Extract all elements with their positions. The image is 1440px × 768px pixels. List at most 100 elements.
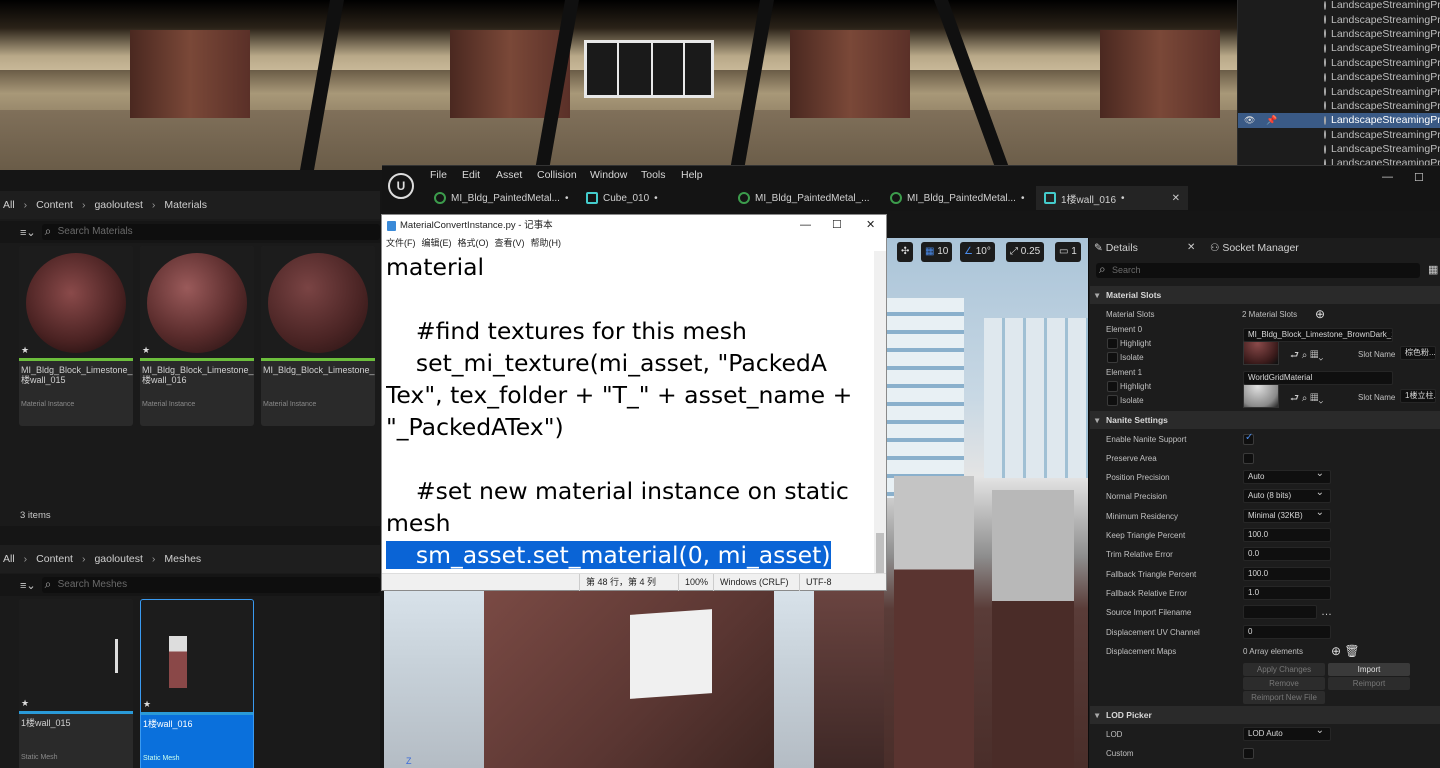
star-icon[interactable]: ★ [143, 699, 151, 710]
highlight-checkbox[interactable] [1107, 338, 1118, 349]
filter-icon[interactable]: ≡⌄ [20, 226, 36, 239]
menu-format[interactable]: 格式(O) [458, 236, 489, 251]
reimport-button[interactable]: Reimport [1328, 677, 1410, 690]
section-lod-picker[interactable]: LOD Picker [1090, 706, 1440, 724]
crumb-content[interactable]: Content [36, 199, 73, 211]
menu-window[interactable]: Window [590, 169, 627, 181]
eye-icon[interactable]: 👁 [1244, 115, 1255, 126]
close-icon[interactable]: ✕ [866, 215, 875, 236]
menu-asset[interactable]: Asset [496, 169, 522, 181]
material-picker[interactable]: MI_Bldg_Block_Limestone_BrownDark_1楼 [1243, 328, 1393, 342]
outliner-row[interactable]: LandscapeStreamingProxy_ [1238, 128, 1440, 142]
reimport-new-file-button[interactable]: Reimport New File [1243, 691, 1325, 704]
outliner-row[interactable]: LandscapeStreamingProxy_ [1238, 99, 1440, 113]
star-icon[interactable]: ★ [21, 345, 29, 356]
mesh-viewport[interactable] [884, 238, 1088, 768]
highlight-checkbox[interactable] [1107, 381, 1118, 392]
tab-cube[interactable]: Cube_010 • [578, 186, 666, 210]
isolate-checkbox[interactable] [1107, 395, 1118, 406]
nanite-checkbox[interactable] [1243, 432, 1254, 445]
mesh-viewport-lower[interactable]: Z [384, 590, 884, 768]
pin-icon[interactable]: 📌 [1266, 115, 1277, 126]
star-icon[interactable]: ★ [142, 345, 150, 356]
search-input[interactable]: Search Materials [41, 223, 380, 240]
outliner-row[interactable]: LandscapeStreamingProxy_ [1238, 12, 1440, 26]
nanite-field[interactable]: 0 [1243, 625, 1331, 639]
menu-help[interactable]: Help [681, 169, 703, 181]
lod-dropdown[interactable]: LOD Auto [1243, 725, 1331, 741]
outliner-row[interactable]: 👁 📌 LandscapeStreamingProxy_ [1238, 113, 1440, 128]
apply-changes-button[interactable]: Apply Changes [1243, 663, 1325, 676]
menu-file[interactable]: File [430, 169, 447, 181]
crumb-all[interactable]: All [3, 199, 15, 211]
crumb-all[interactable]: All [3, 553, 15, 565]
custom-checkbox[interactable] [1243, 748, 1254, 759]
tab-painted-metal-2[interactable]: MI_Bldg_PaintedMetal_... [730, 186, 883, 210]
section-material-slots[interactable]: Material Slots [1090, 286, 1440, 304]
outliner-row[interactable]: LandscapeStreamingProxy_ [1238, 27, 1440, 41]
slot-name-field[interactable]: 棕色粉... [1400, 346, 1436, 360]
grid-snap-button[interactable]: ▦ 10 [921, 242, 953, 262]
close-icon[interactable]: ✕ [1187, 242, 1195, 253]
asset-tile[interactable]: ★ 1楼wall_015 Static Mesh [19, 599, 133, 768]
crumb-materials[interactable]: Materials [164, 199, 207, 211]
snap-surface-icon[interactable]: ✣ [897, 242, 914, 262]
angle-snap-button[interactable]: ∠ 10° [960, 242, 995, 262]
minimize-icon[interactable]: — [800, 215, 811, 236]
menu-view[interactable]: 查看(V) [495, 236, 525, 251]
asset-tile[interactable]: MI_Bldg_Block_Limestone_BrownDark_Inst M… [261, 246, 375, 426]
isolate-checkbox[interactable] [1107, 352, 1118, 363]
crumb-content[interactable]: Content [36, 553, 73, 565]
nanite-dropdown[interactable]: Minimal (32KB) [1243, 507, 1331, 523]
use-selected-icon[interactable]: ⮐ ⌕ ▦⌄ [1290, 391, 1323, 408]
minimize-icon[interactable]: — [1382, 171, 1393, 183]
notepad-window[interactable]: MaterialConvertInstance.py - 记事本 — ☐ ✕ 文… [381, 214, 887, 591]
tab-socket-manager[interactable]: ⚇ Socket Manager [1210, 242, 1299, 254]
details-search-input[interactable]: Search [1096, 262, 1420, 278]
nanite-field[interactable]: 100.0 [1243, 528, 1331, 542]
material-picker[interactable]: WorldGridMaterial [1243, 371, 1393, 385]
menu-collision[interactable]: Collision [537, 169, 577, 181]
add-icon[interactable]: ⊕ [1315, 307, 1325, 321]
nanite-field[interactable]: 0.0 [1243, 547, 1331, 561]
tab-details[interactable]: ✎ Details [1094, 242, 1138, 254]
text-editor[interactable]: material #find textures for this mesh se… [386, 251, 872, 585]
section-nanite[interactable]: Nanite Settings [1090, 411, 1440, 429]
outliner-row[interactable]: LandscapeStreamingProxy_ [1238, 0, 1440, 12]
slot-name-field[interactable]: 1楼立柱... [1400, 389, 1436, 403]
maximize-icon[interactable]: ☐ [1414, 171, 1424, 184]
close-icon[interactable]: ✕ [1172, 193, 1180, 204]
remove-button[interactable]: Remove [1243, 677, 1325, 690]
nanite-field[interactable] [1243, 605, 1317, 619]
menu-edit[interactable]: 编辑(E) [422, 236, 452, 251]
selected-text[interactable]: sm_asset.set_material(0, mi_asset) [386, 541, 831, 569]
nanite-checkbox[interactable] [1243, 453, 1254, 464]
grid-view-icon[interactable]: ▦ [1428, 263, 1438, 276]
outliner-row[interactable]: LandscapeStreamingProxy_ [1238, 41, 1440, 55]
array-count[interactable]: 0 Array elements [1243, 647, 1303, 656]
tab-painted-metal-1[interactable]: MI_Bldg_PaintedMetal... • [426, 186, 576, 210]
search-input[interactable]: Search Meshes [41, 576, 380, 593]
scale-snap-button[interactable]: ⤢ 0.25 [1006, 242, 1045, 262]
menu-edit[interactable]: Edit [462, 169, 480, 181]
maximize-icon[interactable]: ☐ [832, 215, 842, 236]
browse-icon[interactable]: … [1321, 606, 1332, 618]
camera-speed-button[interactable]: ▭ 1 [1055, 242, 1081, 262]
nanite-dropdown[interactable]: Auto (8 bits) [1243, 487, 1331, 503]
nanite-field[interactable]: 1.0 [1243, 586, 1331, 600]
outliner-row[interactable]: LandscapeStreamingProxy_ [1238, 56, 1440, 70]
nanite-dropdown[interactable]: Auto [1243, 468, 1331, 484]
menu-tools[interactable]: Tools [641, 169, 666, 181]
unreal-logo-icon[interactable]: U [388, 173, 414, 199]
use-selected-icon[interactable]: ⮐ ⌕ ▦⌄ [1290, 348, 1323, 365]
import-button[interactable]: Import [1328, 663, 1410, 676]
outliner-row[interactable]: LandscapeStreamingProxy_ [1238, 70, 1440, 84]
star-icon[interactable]: ★ [21, 698, 29, 709]
menu-help[interactable]: 帮助(H) [531, 236, 562, 251]
level-viewport[interactable] [0, 0, 1237, 170]
crumb-gaoloutest[interactable]: gaoloutest [94, 199, 142, 211]
nanite-field[interactable]: 100.0 [1243, 567, 1331, 581]
tab-painted-metal-3[interactable]: MI_Bldg_PaintedMetal... • [882, 186, 1032, 210]
outliner-row[interactable]: LandscapeStreamingProxy_ [1238, 142, 1440, 156]
asset-tile[interactable]: ★ MI_Bldg_Block_Limestone_BrownDark_1楼wa… [19, 246, 133, 426]
